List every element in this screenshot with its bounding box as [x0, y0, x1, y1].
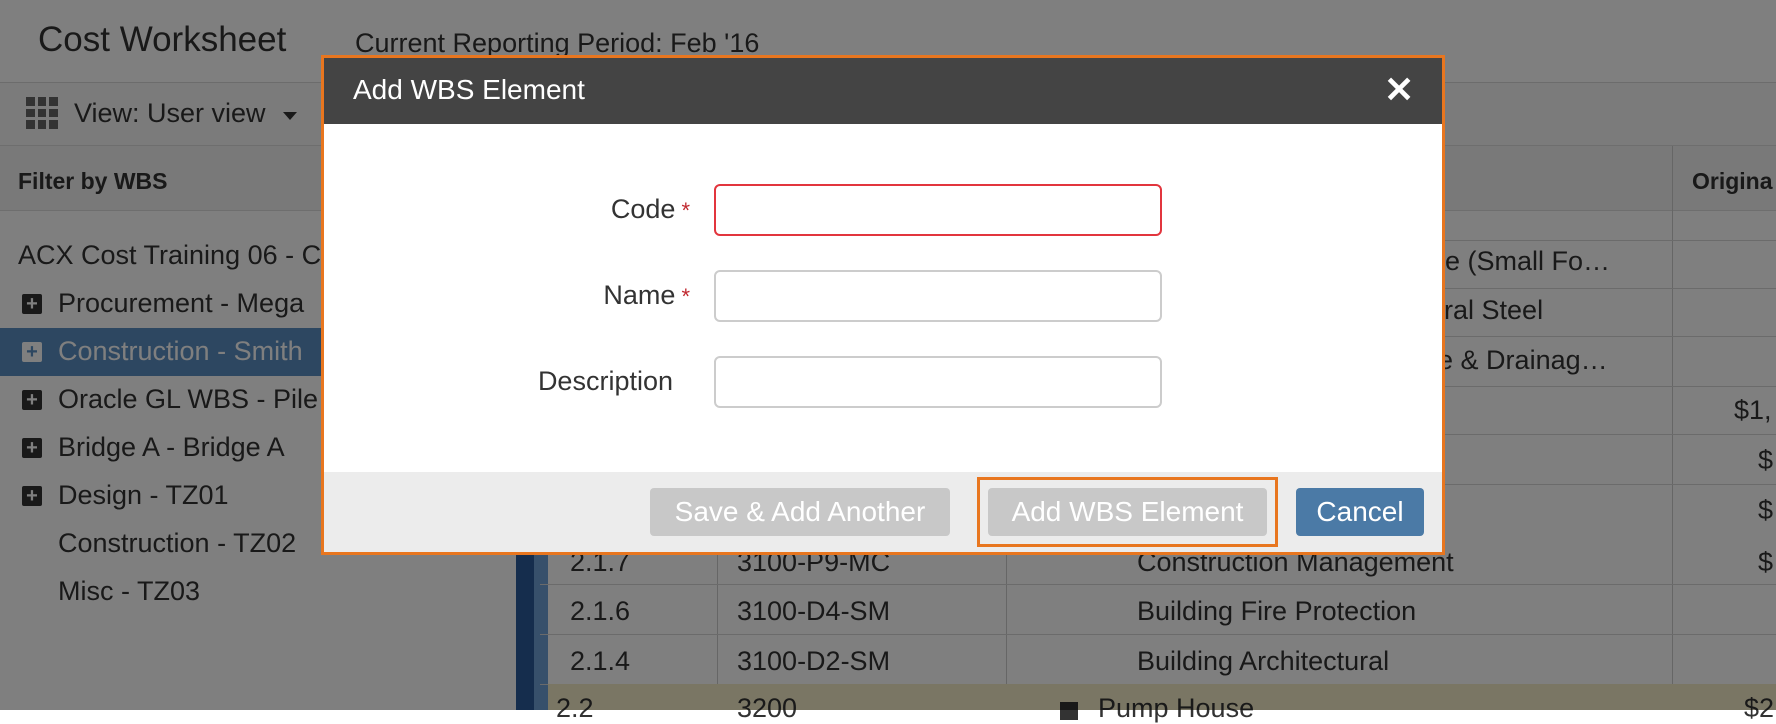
modal-outline	[321, 55, 1445, 555]
